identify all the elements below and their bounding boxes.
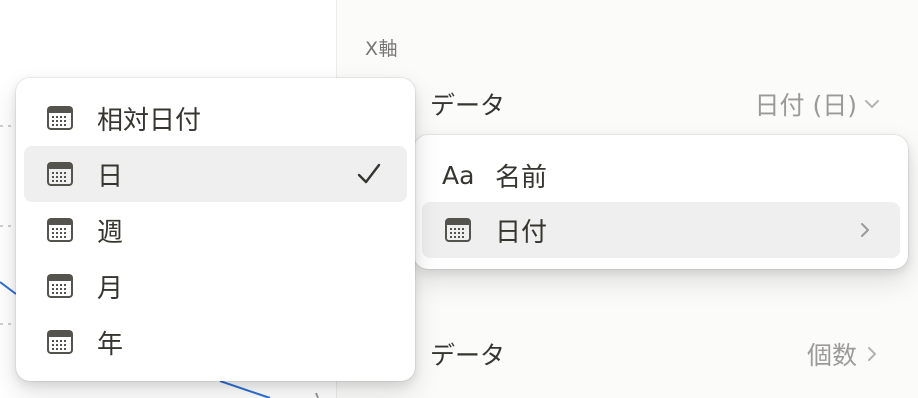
date-granularity-menu: 相対日付 日 週 月 年 [16, 78, 415, 381]
calendar-icon [47, 330, 73, 354]
series-line-bottom [219, 380, 271, 398]
checkmark-icon [357, 163, 381, 184]
chevron-right-icon [868, 347, 876, 361]
tick-mark [315, 392, 319, 398]
menu-item-label: 相対日付 [97, 105, 202, 136]
menu-item-relative-date[interactable]: 相対日付 [24, 90, 407, 146]
menu-item-year[interactable]: 年 [24, 314, 407, 370]
y-axis-data-value: 個数 [806, 341, 857, 370]
calendar-icon [47, 162, 73, 186]
menu-item-label: 月 [97, 273, 124, 304]
calendar-icon [47, 106, 73, 130]
menu-item-label: 名前 [495, 162, 548, 193]
text-property-icon: Aa [442, 160, 475, 190]
menu-item-month[interactable]: 月 [24, 258, 407, 314]
calendar-icon [47, 218, 73, 242]
chevron-right-icon [861, 223, 869, 237]
menu-item-name[interactable]: Aa 名前 [422, 147, 900, 203]
calendar-icon [47, 274, 73, 298]
x-axis-data-label: データ [430, 91, 506, 120]
x-axis-data-row[interactable]: データ 日付 (日) [337, 81, 918, 127]
field-select-menu: Aa 名前 日付 [414, 135, 908, 269]
menu-item-day[interactable]: 日 [24, 146, 407, 202]
x-axis-section-label: X軸 [365, 38, 399, 60]
menu-item-label: 年 [97, 329, 124, 360]
y-axis-data-row[interactable]: データ 個数 [337, 331, 918, 377]
x-axis-data-value: 日付 (日) [754, 91, 857, 120]
calendar-icon [445, 218, 471, 242]
chevron-down-icon [865, 100, 879, 108]
menu-item-week[interactable]: 週 [24, 202, 407, 258]
menu-item-label: 日 [97, 161, 124, 192]
menu-item-date[interactable]: 日付 [422, 202, 900, 258]
series-line-left [0, 281, 17, 295]
menu-item-label: 週 [97, 217, 124, 248]
y-axis-data-label: データ [430, 341, 506, 370]
menu-item-label: 日付 [495, 217, 548, 248]
